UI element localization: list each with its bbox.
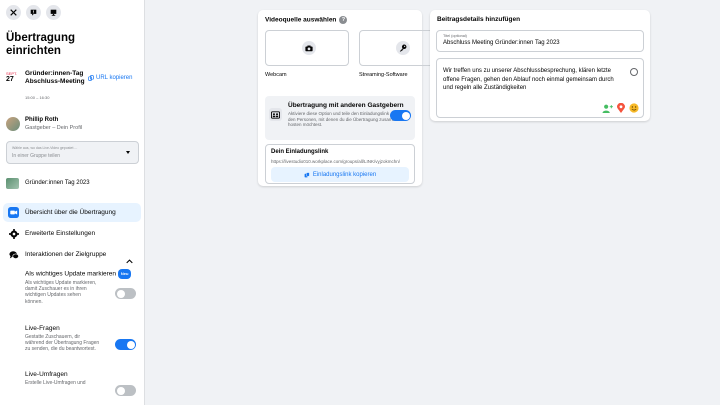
link-icon (88, 75, 94, 81)
close-icon (10, 9, 17, 16)
composer-tools (602, 103, 639, 113)
selected-group[interactable]: Gründer:innen Tag 2023 (6, 178, 136, 190)
sidebar: Übertragung einrichten SEPT. 27 Gründer:… (0, 0, 145, 405)
event-time: 15:00 – 16:30 (25, 95, 50, 100)
feedback-button[interactable] (26, 5, 41, 20)
feeling-emoji-icon[interactable] (629, 103, 639, 113)
video-source-title: Videoquelle auswählen? (265, 16, 348, 24)
toggle-knob (116, 386, 125, 395)
co-host-icon (269, 108, 282, 121)
chat-bubbles-icon (8, 249, 19, 260)
copy-invite-link-button[interactable]: Einladungslink kopieren (271, 167, 409, 182)
nav-overview[interactable]: Übersicht über die Übertragung (3, 203, 141, 222)
event-name: Gründer:innen-Tag Abschluss-Meeting (25, 70, 85, 85)
camera-icon (302, 41, 316, 55)
post-destination-select[interactable]: Wähle aus, wo das Live-Video gepostet ..… (6, 141, 139, 164)
co-host-title: Übertragung mit anderen Gastgebern (288, 102, 404, 109)
feedback-icon (30, 9, 37, 16)
post-destination-label: Wähle aus, wo das Live-Video gepostet ..… (12, 146, 78, 150)
nav-overview-label: Übersicht über die Übertragung (25, 209, 116, 216)
title-input-value: Abschluss Meeting Gründer:innen Tag 2023 (443, 40, 560, 46)
new-badge: Neu (117, 269, 132, 279)
source-streaming-label: Streaming-Software (359, 72, 408, 78)
title-input[interactable]: Titel (optional) Abschluss Meeting Gründ… (436, 30, 644, 52)
setting-description: Als wichtiges Update markieren, damit Zu… (25, 280, 97, 305)
host-role: Gastgeber – Dein Profil (25, 125, 83, 131)
copy-icon (304, 171, 310, 177)
gear-icon (8, 228, 19, 239)
setting-description: Erstelle Live-Umfragen und (25, 380, 86, 386)
setting-title: Live-Fragen (25, 325, 60, 332)
help-icon[interactable]: ? (339, 16, 348, 24)
top-toolbar (6, 5, 61, 20)
toggle-knob (126, 340, 135, 349)
setting-title: Als wichtiges Update markieren Neu (25, 269, 140, 279)
event-day: 27 (6, 76, 14, 83)
producer-button[interactable] (46, 5, 61, 20)
caret-down-icon (126, 151, 130, 154)
emoji-outline-icon[interactable] (630, 68, 638, 76)
nav-audience-interactions[interactable]: Interaktionen der Zielgruppe (3, 245, 141, 264)
setting-title: Live-Umfragen (25, 371, 68, 378)
description-text: Wir treffen uns zu unserer Abschlussbesp… (443, 68, 614, 91)
host-name: Phillip Roth (25, 117, 59, 123)
co-host-toggle[interactable] (390, 110, 411, 121)
source-webcam-label: Webcam (265, 72, 287, 78)
copy-invite-link-label: Einladungslink kopieren (312, 171, 377, 178)
chevron-up-icon (126, 251, 133, 269)
copy-url-label: URL kopieren (96, 75, 133, 81)
setting-live-polls: Live-Umfragen Erstelle Live-Umfragen und (25, 371, 140, 405)
monitor-icon (50, 9, 57, 16)
nav-advanced-label: Erweiterte Einstellungen (25, 230, 96, 237)
invite-link-url: https://livestudio010.workplace.com/grou… (271, 159, 401, 164)
toggle-knob (401, 111, 410, 120)
video-camera-icon (8, 207, 19, 218)
setting-important-update: Als wichtiges Update markieren Neu Als w… (25, 269, 140, 321)
copy-url-button[interactable]: URL kopieren (88, 75, 132, 81)
title-input-label: Titel (optional) (443, 34, 467, 38)
important-update-toggle[interactable] (115, 288, 136, 299)
avatar (6, 117, 20, 131)
toggle-knob (116, 289, 125, 298)
event-summary: SEPT. 27 Gründer:innen-Tag Abschluss-Mee… (6, 70, 141, 102)
setting-description: Gestatte Zuschauern, dir während der Übe… (25, 334, 100, 353)
source-webcam[interactable] (265, 30, 349, 66)
nav-advanced-settings[interactable]: Erweiterte Einstellungen (3, 224, 141, 243)
post-details-card: Beitragsdetails hinzufügen Titel (option… (430, 10, 650, 121)
host-profile: Phillip Roth Gastgeber – Dein Profil (6, 116, 140, 134)
live-polls-toggle[interactable] (115, 385, 136, 396)
group-name: Gründer:innen Tag 2023 (25, 180, 90, 186)
video-source-card: Videoquelle auswählen? Webcam Streaming-… (258, 10, 443, 186)
location-pin-icon[interactable] (617, 103, 625, 113)
key-icon (396, 41, 410, 55)
tag-people-icon[interactable] (602, 104, 613, 113)
setting-live-questions: Live-Fragen Gestatte Zuschauern, dir wäh… (25, 325, 140, 369)
nav-audience-label: Interaktionen der Zielgruppe (25, 251, 107, 258)
group-icon (6, 178, 19, 189)
video-source-title-text: Videoquelle auswählen (265, 16, 337, 24)
post-details-title: Beitragsdetails hinzufügen (437, 16, 521, 23)
page-title: Übertragung einrichten (6, 32, 75, 57)
description-textarea[interactable]: Wir treffen uns zu unserer Abschlussbesp… (436, 58, 644, 118)
setting-title-text: Als wichtiges Update markieren (25, 270, 117, 278)
live-questions-toggle[interactable] (115, 339, 136, 350)
co-host-section: Übertragung mit anderen Gastgebern Aktiv… (265, 96, 415, 140)
invite-link-title: Dein Einladungslink (271, 149, 329, 155)
close-button[interactable] (6, 5, 21, 20)
invite-link-section: Dein Einladungslink https://livestudio01… (265, 144, 415, 184)
post-destination-value: In einer Gruppe teilen (12, 153, 61, 159)
